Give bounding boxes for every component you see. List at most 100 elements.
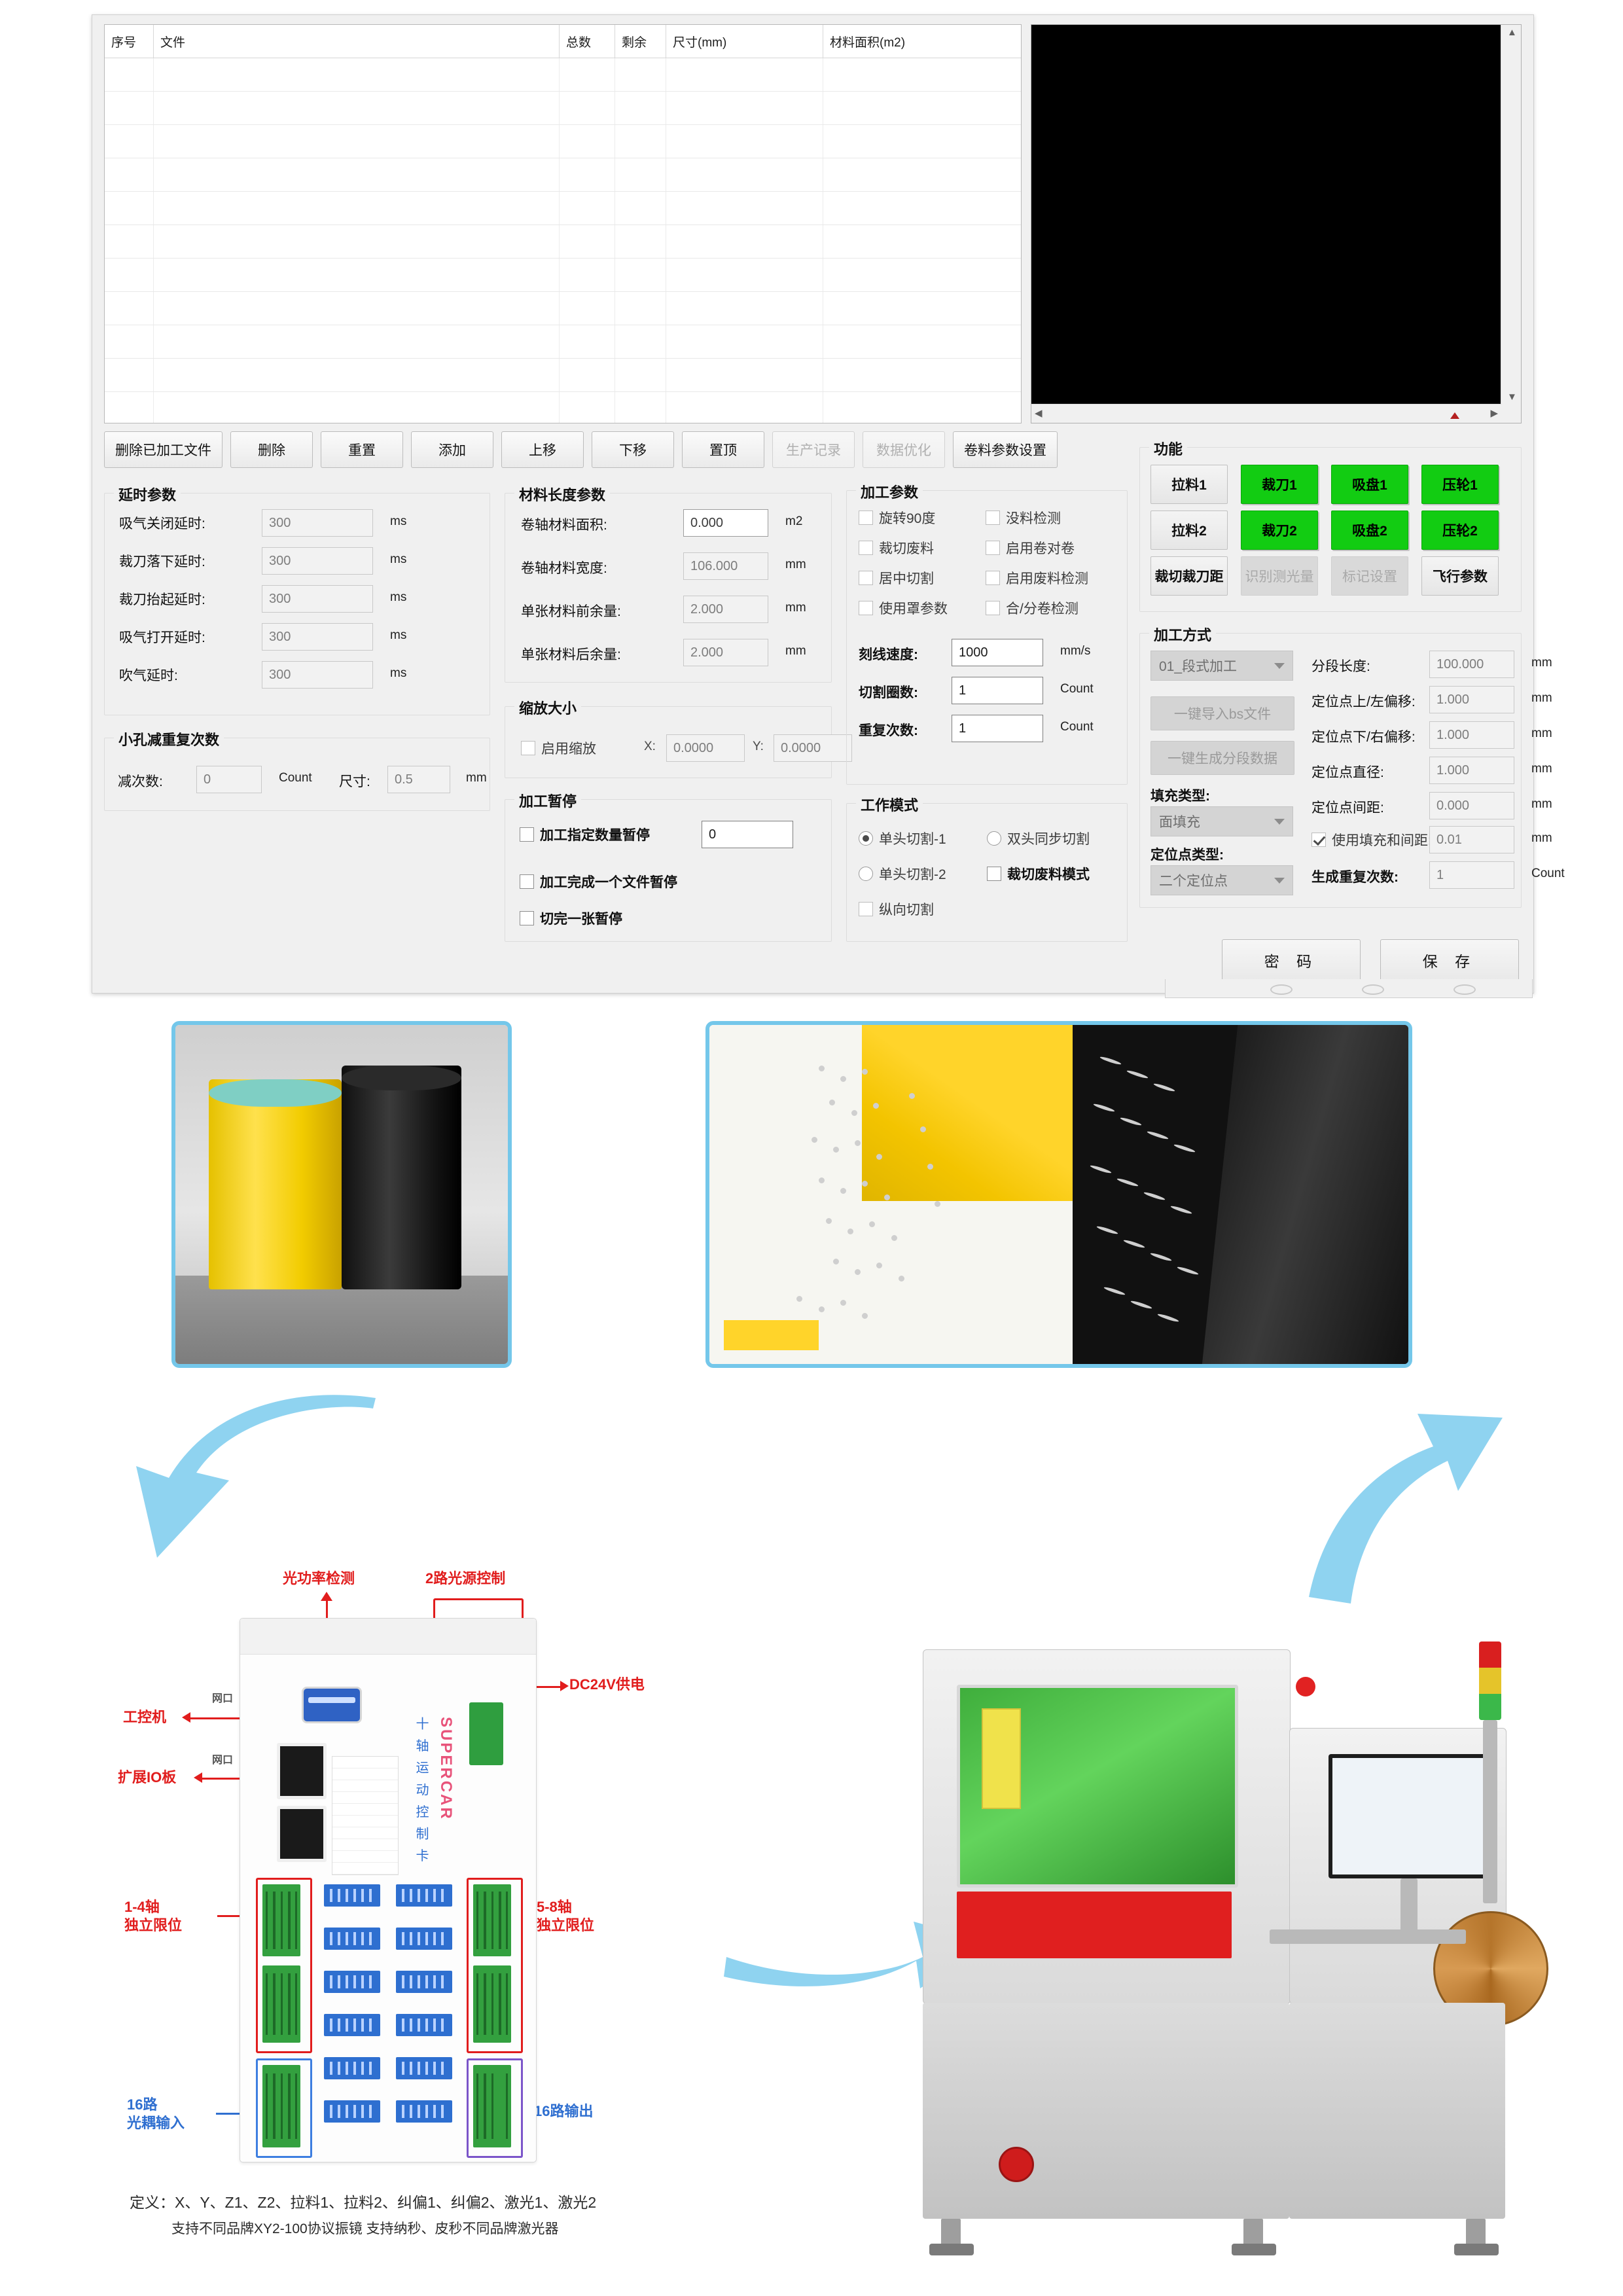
preview-canvas[interactable] [1031,25,1501,404]
cut-scrap-mode-checkbox-row[interactable]: 裁切废料模式 [987,864,1090,884]
use-cover-param-checkbox-icon[interactable] [859,601,873,615]
single-head-cut-1-radio-icon[interactable] [859,831,873,846]
pause-after-file-checkbox-icon[interactable] [520,874,534,889]
table-row[interactable] [105,359,1021,392]
roll-material-area-input[interactable]: 0.000 [683,509,768,537]
table-row[interactable] [105,325,1021,359]
enable-scale-checkbox-icon[interactable] [521,741,535,755]
suction-cup-1-button[interactable]: 吸盘1 [1331,465,1408,504]
sheet-front-margin-input[interactable]: 2.000 [683,596,768,623]
no-material-detect-checkbox-row[interactable]: 没料检测 [986,508,1061,528]
preview-vertical-scrollbar[interactable]: ▲ ▼ [1501,25,1521,404]
vertical-cut-checkbox-icon[interactable] [859,902,873,916]
suction-close-delay-input[interactable]: 300 [262,509,373,537]
chevron-down-icon[interactable] [1274,819,1285,825]
cut-loops-input[interactable]: 1 [952,677,1043,704]
use-fill-and-gap-input[interactable]: 0.01 [1429,826,1514,853]
blade-1-button[interactable]: 裁刀1 [1241,465,1318,504]
blade-up-delay-input[interactable]: 300 [262,585,373,613]
center-cut-checkbox-icon[interactable] [859,571,873,585]
table-row[interactable] [105,259,1021,292]
table-row[interactable] [105,225,1021,259]
move-to-top-button[interactable]: 置顶 [682,431,764,468]
suction-cup-2-button[interactable]: 吸盘2 [1331,511,1408,550]
generate-repeat-count-input[interactable]: 1 [1429,861,1514,889]
preview-horizontal-scrollbar[interactable]: ◀ ▶ [1031,404,1501,423]
locate-point-type-select[interactable]: 二个定位点 [1150,865,1293,895]
blade-down-delay-input[interactable]: 300 [262,547,373,575]
password-button[interactable]: 密 码 [1222,939,1361,981]
enable-roll-to-roll-checkbox-row[interactable]: 启用卷对卷 [986,538,1075,558]
scale-y-input[interactable]: 0.0000 [774,734,852,762]
use-fill-and-gap-checkbox-icon[interactable] [1311,833,1326,847]
enable-scrap-detect-checkbox-icon[interactable] [986,571,1000,585]
dual-head-sync-cut-radio-row[interactable]: 双头同步切割 [987,829,1090,848]
engraving-speed-input[interactable]: 1000 [952,639,1043,666]
emergency-stop-button[interactable] [999,2147,1034,2182]
locate-offset-upleft-input[interactable]: 1.000 [1429,686,1514,713]
single-head-cut-2-radio-row[interactable]: 单头切割-2 [859,864,946,884]
blade-2-button[interactable]: 裁刀2 [1241,511,1318,550]
table-row[interactable] [105,192,1021,225]
chevron-down-icon[interactable] [1274,663,1285,669]
merge-split-detect-checkbox-icon[interactable] [986,601,1000,615]
chevron-right-icon[interactable]: ▶ [1490,408,1498,418]
enable-scale-checkbox-row[interactable]: 启用缩放 [521,738,596,758]
no-material-detect-checkbox-icon[interactable] [986,511,1000,525]
reset-button[interactable]: 重置 [321,431,403,468]
vertical-cut-checkbox-row[interactable]: 纵向切割 [859,899,934,919]
table-row[interactable] [105,125,1021,158]
blow-delay-input[interactable]: 300 [262,661,373,689]
locate-offset-downright-input[interactable]: 1.000 [1429,721,1514,749]
delete-processed-files-button[interactable]: 删除已加工文件 [104,431,223,468]
locate-point-diameter-input[interactable]: 1.000 [1429,757,1514,784]
single-head-cut-1-radio-row[interactable]: 单头切割-1 [859,829,946,848]
chevron-left-icon[interactable]: ◀ [1035,408,1043,418]
cut-scrap-checkbox-icon[interactable] [859,541,873,555]
chevron-down-icon[interactable] [1274,878,1285,884]
pull-material-1-button[interactable]: 拉料1 [1150,465,1228,504]
pause-after-sheet-checkbox-row[interactable]: 切完一张暂停 [520,908,622,928]
cut-blade-distance-button[interactable]: 裁切裁刀距 [1150,556,1228,596]
move-up-button[interactable]: 上移 [501,431,584,468]
scale-x-input[interactable]: 0.0000 [666,734,745,762]
graphic-preview-panel[interactable]: ▲ ▼ ◀ ▶ [1031,24,1522,423]
pause-after-file-checkbox-row[interactable]: 加工完成一个文件暂停 [520,872,677,891]
table-row[interactable] [105,392,1021,423]
roll-parameter-settings-button[interactable]: 卷料参数设置 [953,431,1058,468]
use-cover-param-checkbox-row[interactable]: 使用罩参数 [859,598,948,618]
fill-type-select[interactable]: 面填充 [1150,806,1293,836]
move-down-button[interactable]: 下移 [592,431,674,468]
processing-mode-select[interactable]: 01_段式加工 [1150,651,1293,681]
press-roller-2-button[interactable]: 压轮2 [1421,511,1499,550]
reduce-count-input[interactable]: 0 [196,766,262,793]
single-head-cut-2-radio-icon[interactable] [859,867,873,881]
pause-on-count-checkbox-icon[interactable] [520,827,534,842]
enable-scrap-detect-checkbox-row[interactable]: 启用废料检测 [986,568,1088,588]
roll-material-width-input[interactable]: 106.000 [683,552,768,580]
sheet-back-margin-input[interactable]: 2.000 [683,639,768,666]
flight-parameters-button[interactable]: 飞行参数 [1421,556,1499,596]
chevron-down-icon[interactable]: ▼ [1507,392,1517,402]
pause-after-sheet-checkbox-icon[interactable] [520,911,534,925]
suction-open-delay-input[interactable]: 300 [262,623,373,651]
rotate-90-checkbox-row[interactable]: 旋转90度 [859,508,935,528]
pause-on-count-checkbox-row[interactable]: 加工指定数量暂停 [520,825,650,844]
chevron-up-icon[interactable]: ▲ [1507,27,1517,37]
center-cut-checkbox-row[interactable]: 居中切割 [859,568,934,588]
merge-split-detect-checkbox-row[interactable]: 合/分卷检测 [986,598,1079,618]
table-row[interactable] [105,92,1021,125]
repeat-count-input[interactable]: 1 [952,715,1043,742]
locate-point-spacing-input[interactable]: 0.000 [1429,792,1514,819]
table-row[interactable] [105,158,1021,192]
file-list-table[interactable]: 序号 文件 总数 剩余 尺寸(mm) 材料面积(m2) [104,24,1022,423]
enable-roll-to-roll-checkbox-icon[interactable] [986,541,1000,555]
press-roller-1-button[interactable]: 压轮1 [1421,465,1499,504]
delete-button[interactable]: 删除 [230,431,313,468]
segment-length-input[interactable]: 100.000 [1429,651,1514,678]
pull-material-2-button[interactable]: 拉料2 [1150,511,1228,550]
table-row[interactable] [105,292,1021,325]
add-button[interactable]: 添加 [411,431,493,468]
dual-head-sync-cut-radio-icon[interactable] [987,831,1001,846]
hole-size-input[interactable]: 0.5 [387,766,450,793]
